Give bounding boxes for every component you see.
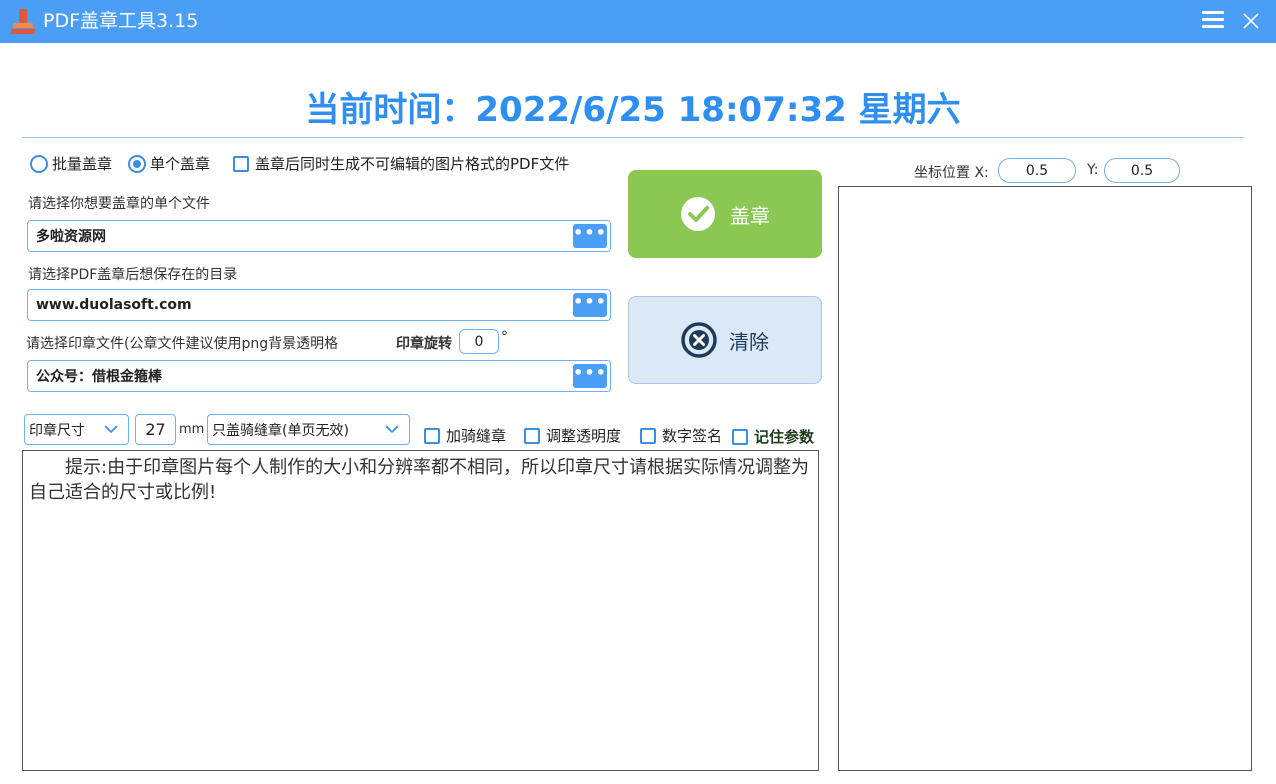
window-title: PDF盖章工具3.15	[43, 10, 199, 32]
chevron-down-icon	[104, 425, 118, 434]
seal-file-browse-button[interactable]: •••	[573, 364, 607, 388]
seal-rotation-input[interactable]	[459, 329, 499, 354]
save-dir-label: 请选择PDF盖章后想保存在的目录	[28, 267, 238, 283]
file-browse-button[interactable]: •••	[573, 224, 607, 248]
stamp-button-label: 盖章	[730, 203, 770, 228]
stamp-icon	[11, 9, 35, 34]
save-dir-browse-button[interactable]: •••	[573, 293, 607, 317]
digital-signature-label: 数字签名	[662, 427, 723, 445]
more-icon: •••	[573, 223, 607, 242]
seal-size-select[interactable]: 印章尺寸	[24, 414, 129, 445]
clear-button[interactable]: 清除	[628, 296, 822, 384]
save-dir-field: •••	[27, 289, 611, 321]
opacity-label: 调整透明度	[546, 427, 622, 445]
seal-file-input[interactable]	[36, 366, 566, 386]
clear-button-label: 清除	[729, 329, 769, 354]
checkbox-square	[732, 428, 748, 445]
preview-panel[interactable]	[838, 186, 1252, 771]
checkbox-square	[424, 427, 440, 444]
current-time: 当前时间：2022/6/25 18:07:32 星期六	[305, 90, 961, 130]
remember-params-label: 记住参数	[754, 428, 815, 446]
close-icon[interactable]	[1241, 11, 1261, 31]
header-divider	[22, 137, 1244, 138]
seal-size-select-value: 印章尺寸	[29, 422, 85, 439]
file-select-label: 请选择你想要盖章的单个文件	[28, 196, 210, 212]
coord-y-input[interactable]	[1104, 158, 1180, 183]
coord-x-input[interactable]	[998, 158, 1076, 183]
checkbox-square	[233, 155, 249, 172]
degree-sign: °	[501, 329, 508, 345]
batch-stamp-radio[interactable]: 批量盖章	[30, 153, 112, 174]
opacity-checkbox[interactable]: 调整透明度	[524, 425, 621, 446]
checkbox-square	[524, 427, 540, 444]
title-bar: PDF盖章工具3.15	[0, 0, 1276, 43]
tip-text: 提示:由于印章图片每个人制作的大小和分辨率都不相同，所以印章尺寸请根据实际情况调…	[29, 457, 810, 503]
seam-mode-select-value: 只盖骑缝章(单页无效)	[212, 422, 349, 439]
seam-stamp-label: 加骑缝章	[446, 427, 507, 445]
more-icon: •••	[573, 363, 607, 382]
remember-params-checkbox[interactable]: 记住参数	[732, 426, 814, 447]
image-pdf-label: 盖章后同时生成不可编辑的图片格式的PDF文件	[255, 155, 570, 173]
chevron-down-icon	[385, 425, 399, 434]
file-select-field: •••	[27, 220, 611, 252]
seam-mode-select[interactable]: 只盖骑缝章(单页无效)	[207, 414, 410, 445]
size-unit-label: mm	[179, 422, 205, 437]
seal-file-field: •••	[27, 360, 611, 392]
tip-text-area[interactable]: 提示:由于印章图片每个人制作的大小和分辨率都不相同，所以印章尺寸请根据实际情况调…	[22, 450, 819, 771]
seam-stamp-checkbox[interactable]: 加骑缝章	[424, 425, 506, 446]
image-pdf-checkbox[interactable]: 盖章后同时生成不可编辑的图片格式的PDF文件	[233, 153, 569, 174]
check-circle-icon	[681, 197, 715, 231]
seal-file-label: 请选择印章文件(公章文件建议使用png背景透明格	[26, 336, 339, 352]
digital-signature-checkbox[interactable]: 数字签名	[640, 425, 722, 446]
save-dir-input[interactable]	[36, 295, 566, 315]
more-icon: •••	[573, 292, 607, 311]
clear-circle-icon	[681, 322, 717, 358]
single-stamp-radio[interactable]: 单个盖章	[128, 153, 210, 174]
checkbox-square	[640, 427, 656, 444]
stamp-button[interactable]: 盖章	[628, 170, 822, 258]
coords-label: 坐标位置 X:	[914, 165, 989, 181]
radio-circle-checked	[128, 154, 146, 173]
batch-stamp-label: 批量盖章	[52, 155, 113, 173]
menu-icon[interactable]	[1202, 11, 1224, 31]
coord-y-label: Y:	[1087, 162, 1099, 178]
seal-size-input[interactable]	[135, 414, 176, 445]
single-stamp-label: 单个盖章	[150, 155, 211, 173]
radio-circle	[30, 154, 48, 173]
seal-rotation-label: 印章旋转	[396, 336, 452, 352]
file-select-input[interactable]	[36, 226, 566, 246]
